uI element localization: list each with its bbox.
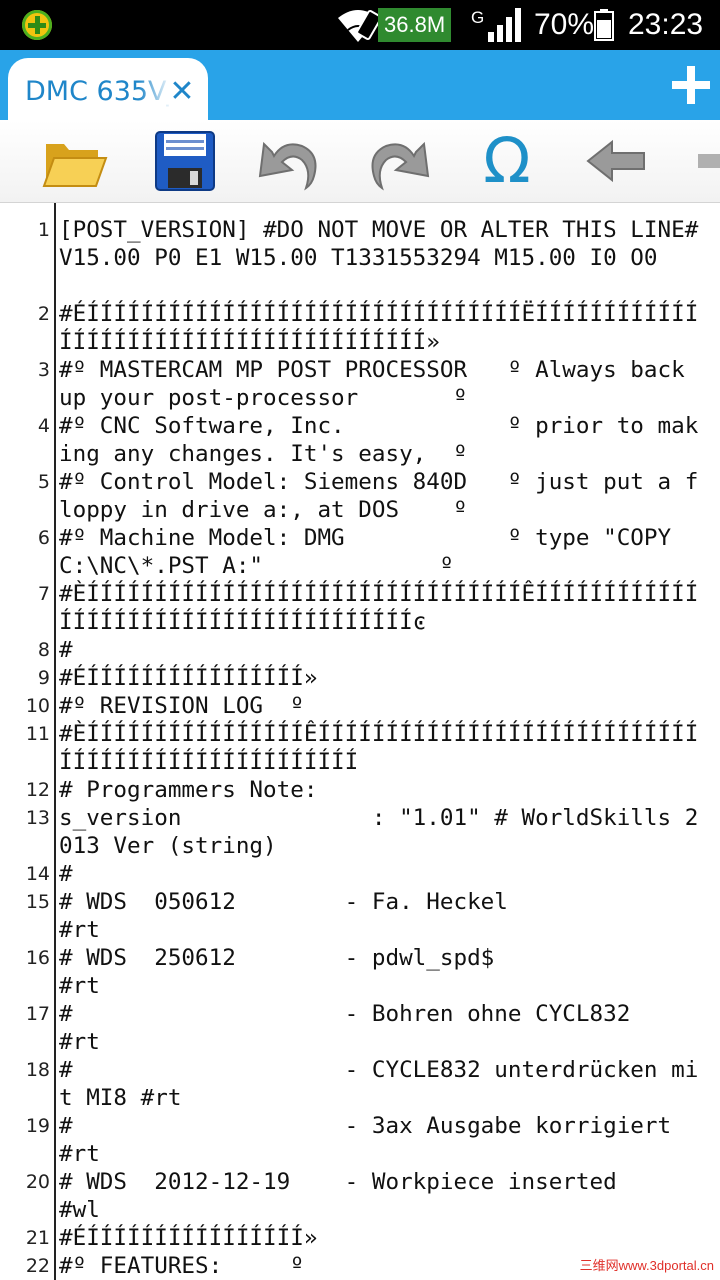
- line-number: 16: [25, 947, 50, 969]
- line-number: 11: [25, 723, 50, 745]
- line-text[interactable]: # - Bohren ohne CYCL832 #rt: [59, 1000, 709, 1056]
- line-number: 15: [25, 891, 50, 913]
- net-speed: 36.8M: [378, 8, 452, 42]
- clover-plus-icon: [22, 10, 52, 40]
- line-number: 18: [25, 1059, 50, 1081]
- plus-icon[interactable]: [668, 62, 714, 108]
- line-text[interactable]: # WDS 2012-12-19 - Workpiece inserted #w…: [59, 1168, 709, 1224]
- line-number: 3: [37, 359, 50, 381]
- line-number: 8: [37, 639, 50, 661]
- folder-open-icon[interactable]: [40, 126, 110, 196]
- line-text[interactable]: #º Machine Model: DMG º type "COPY C:\NC…: [59, 524, 709, 580]
- tab-title-fade: [138, 72, 172, 112]
- line-number: 5: [37, 471, 50, 493]
- line-number: 21: [25, 1227, 50, 1249]
- line-text[interactable]: s_version : "1.01" # WorldSkills 2013 Ve…: [59, 804, 709, 860]
- clock-time: 23:23: [628, 8, 704, 41]
- line-text[interactable]: #º REVISION LOG º: [59, 692, 709, 720]
- redo-icon[interactable]: [364, 126, 434, 196]
- line-number: 6: [37, 527, 50, 549]
- tab-bar: DMC 635V_ ✕: [0, 50, 720, 120]
- network-type: G: [471, 8, 485, 27]
- line-number: 4: [37, 415, 50, 437]
- line-text[interactable]: #ÈÍÍÍÍÍÍÍÍÍÍÍÍÍÍÍÍÍÍÍÍÍÍÍÍÍÍÍÍÍÍÍÍÊÍÍÍÍÍ…: [59, 580, 709, 636]
- gutter-divider: [54, 203, 56, 1280]
- wifi-icon: [338, 9, 380, 42]
- line-text[interactable]: [POST_VERSION] #DO NOT MOVE OR ALTER THI…: [59, 216, 709, 272]
- floppy-save-icon[interactable]: [150, 126, 220, 196]
- status-bar: 36.8M G 70% 23:23: [0, 0, 720, 50]
- line-text[interactable]: #ÉÍÍÍÍÍÍÍÍÍÍÍÍÍÍÍÍÍÍÍÍÍÍÍÍÍÍÍÍÍÍÍÍËÍÍÍÍÍ…: [59, 300, 709, 356]
- line-text[interactable]: # - CYCLE832 unterdrücken mit MI8 #rt: [59, 1056, 709, 1112]
- line-text[interactable]: #º Control Model: Siemens 840D º just pu…: [59, 468, 709, 524]
- line-number: 13: [25, 807, 50, 829]
- line-text[interactable]: #: [59, 636, 709, 664]
- line-number: 19: [25, 1115, 50, 1137]
- line-text[interactable]: # WDS 250612 - pdwl_spd$ #rt: [59, 944, 709, 1000]
- signal-bars-icon: [488, 8, 521, 42]
- more-tools-icon[interactable]: [690, 126, 720, 196]
- code-editor[interactable]: 1 [POST_VERSION] #DO NOT MOVE OR ALTER T…: [0, 203, 720, 1280]
- line-text[interactable]: # Programmers Note:: [59, 776, 709, 804]
- battery-icon: [594, 9, 614, 41]
- line-number: 12: [25, 779, 50, 801]
- line-number: 10: [25, 695, 50, 717]
- line-text[interactable]: #ÉÍÍÍÍÍÍÍÍÍÍÍÍÍÍÍÍ»: [59, 1224, 709, 1252]
- line-number: 14: [25, 863, 50, 885]
- line-text[interactable]: #º CNC Software, Inc. º prior to making …: [59, 412, 709, 468]
- close-icon[interactable]: ✕: [168, 72, 196, 112]
- line-text[interactable]: #: [59, 860, 709, 888]
- line-number: 1: [37, 219, 50, 241]
- toolbar: Ω: [0, 120, 720, 203]
- undo-icon[interactable]: [254, 126, 324, 196]
- line-number: 22: [25, 1255, 50, 1277]
- line-number: 2: [37, 303, 50, 325]
- site-watermark: 三维网www.3dportal.cn: [579, 1258, 714, 1273]
- battery-percent: 70%: [534, 8, 595, 41]
- line-number: 9: [37, 667, 50, 689]
- line-number: 20: [25, 1171, 50, 1193]
- line-text[interactable]: #º MASTERCAM MP POST PROCESSOR º Always …: [59, 356, 709, 412]
- line-number: 17: [25, 1003, 50, 1025]
- tab-active-file[interactable]: DMC 635V_ ✕: [8, 58, 208, 120]
- line-text[interactable]: #ÉÍÍÍÍÍÍÍÍÍÍÍÍÍÍÍÍ»: [59, 664, 709, 692]
- line-number: 7: [37, 583, 50, 605]
- line-text[interactable]: # - 3ax Ausgabe korrigiert #rt: [59, 1112, 709, 1168]
- omega-icon[interactable]: Ω: [472, 126, 542, 196]
- arrow-left-icon[interactable]: [582, 126, 652, 196]
- line-text[interactable]: #ÈÍÍÍÍÍÍÍÍÍÍÍÍÍÍÍÍÊÍÍÍÍÍÍÍÍÍÍÍÍÍÍÍÍÍÍÍÍÍ…: [59, 720, 709, 776]
- line-text[interactable]: # WDS 050612 - Fa. Heckel #rt: [59, 888, 709, 944]
